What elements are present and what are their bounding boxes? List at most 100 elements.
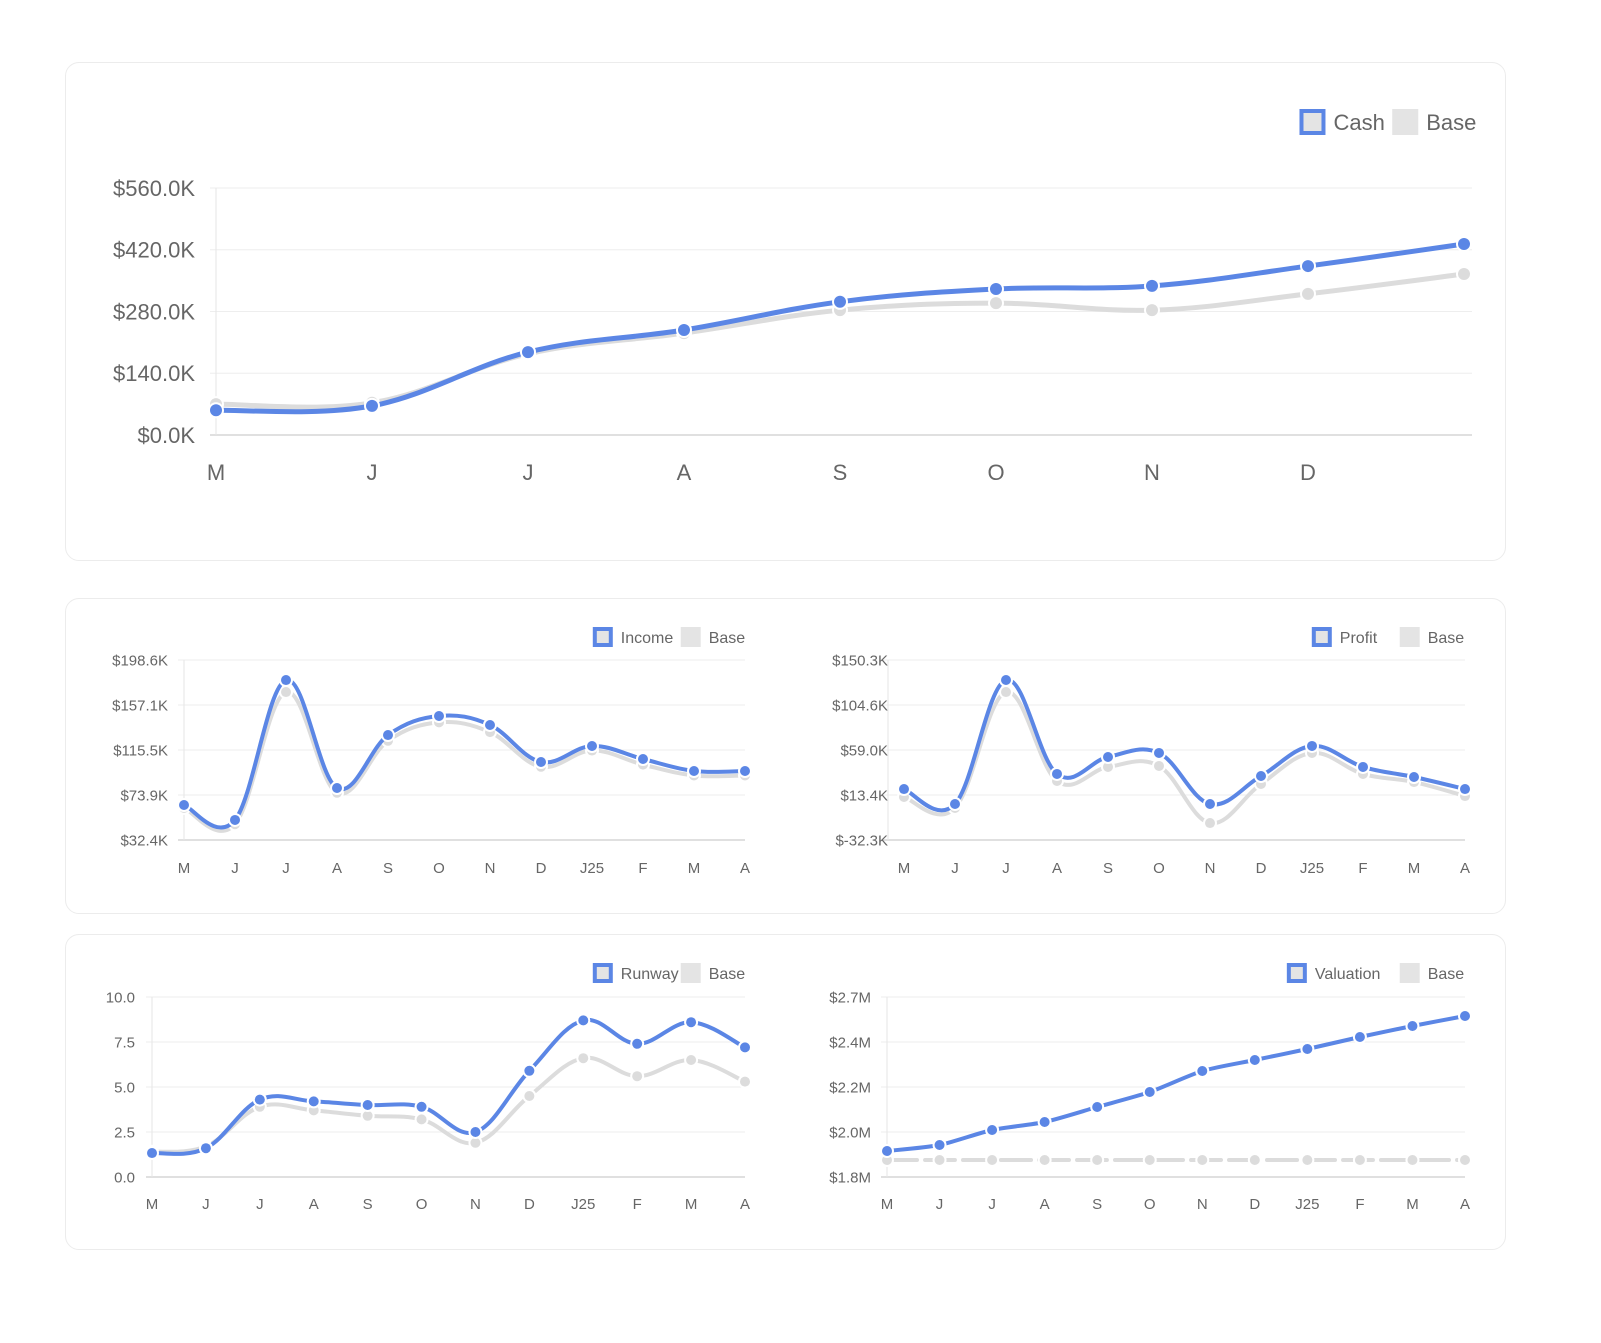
data-point[interactable] — [1001, 675, 1011, 686]
data-point[interactable] — [1354, 1032, 1365, 1042]
y-tick-label: $420.0K — [113, 238, 195, 263]
data-point[interactable] — [230, 814, 240, 825]
y-tick-label: $104.6K — [832, 697, 888, 714]
data-point[interactable] — [179, 800, 189, 811]
data-point[interactable] — [1460, 1011, 1470, 1021]
data-point[interactable] — [1092, 1102, 1103, 1112]
data-point[interactable] — [638, 753, 648, 764]
data-point[interactable] — [899, 784, 909, 795]
legend-item-base[interactable]: Base — [680, 963, 746, 983]
data-point[interactable] — [1302, 1155, 1313, 1165]
data-point[interactable] — [210, 404, 222, 417]
data-point[interactable] — [1144, 1087, 1155, 1097]
data-point[interactable] — [987, 1155, 998, 1165]
data-point[interactable] — [686, 1055, 697, 1065]
data-point[interactable] — [281, 687, 291, 698]
data-point[interactable] — [362, 1110, 373, 1121]
data-point[interactable] — [740, 1042, 750, 1053]
data-point[interactable] — [1039, 1155, 1050, 1165]
data-point[interactable] — [1144, 1155, 1155, 1165]
data-point[interactable] — [990, 283, 1002, 296]
data-point[interactable] — [578, 1053, 589, 1064]
data-point[interactable] — [147, 1148, 157, 1159]
legend-item-valuation[interactable]: Valuation — [1286, 963, 1381, 983]
data-point[interactable] — [632, 1038, 643, 1049]
legend-item-base[interactable]: Base — [680, 627, 746, 647]
data-point[interactable] — [308, 1096, 319, 1107]
data-point[interactable] — [1307, 740, 1317, 751]
data-point[interactable] — [281, 675, 291, 686]
data-point[interactable] — [254, 1094, 265, 1105]
data-point[interactable] — [1092, 1155, 1103, 1165]
data-point[interactable] — [740, 766, 750, 777]
data-point[interactable] — [485, 719, 495, 730]
data-point[interactable] — [987, 1125, 998, 1135]
data-point[interactable] — [1039, 1117, 1050, 1127]
legend-item-income[interactable]: Income — [592, 627, 674, 647]
x-tick-label: F — [638, 860, 647, 877]
data-point[interactable] — [1302, 260, 1314, 273]
data-point[interactable] — [1154, 760, 1164, 771]
data-point[interactable] — [1146, 304, 1158, 317]
data-point[interactable] — [1197, 1155, 1208, 1165]
data-point[interactable] — [1354, 1155, 1365, 1165]
legend-item-base[interactable]: Base — [1392, 109, 1476, 135]
data-point[interactable] — [1407, 1155, 1418, 1165]
data-point[interactable] — [934, 1155, 945, 1165]
legend-item-cash[interactable]: Cash — [1299, 109, 1385, 135]
data-point[interactable] — [950, 799, 960, 810]
data-point[interactable] — [1249, 1155, 1260, 1165]
legend-item-runway[interactable]: Runway — [592, 963, 679, 983]
data-point[interactable] — [524, 1065, 535, 1076]
data-point[interactable] — [1052, 768, 1062, 779]
data-point[interactable] — [362, 1100, 373, 1110]
data-point[interactable] — [1302, 287, 1314, 300]
data-point[interactable] — [416, 1114, 427, 1125]
data-point[interactable] — [434, 710, 444, 721]
data-point[interactable] — [1458, 238, 1470, 251]
data-point[interactable] — [1358, 761, 1368, 772]
data-point[interactable] — [1249, 1055, 1260, 1065]
data-point[interactable] — [1407, 1021, 1418, 1031]
data-point[interactable] — [383, 730, 393, 741]
data-point[interactable] — [1205, 799, 1215, 810]
data-point[interactable] — [882, 1146, 892, 1156]
data-point[interactable] — [686, 1017, 697, 1028]
data-point[interactable] — [1146, 279, 1158, 292]
data-point[interactable] — [470, 1137, 481, 1148]
legend-item-base[interactable]: Base — [1399, 963, 1465, 983]
data-point[interactable] — [740, 1076, 750, 1087]
x-tick-label: S — [383, 860, 393, 877]
data-point[interactable] — [632, 1071, 643, 1082]
legend-swatch — [680, 963, 701, 983]
data-point[interactable] — [1154, 747, 1164, 758]
data-point[interactable] — [536, 757, 546, 768]
data-point[interactable] — [1460, 784, 1470, 795]
data-point[interactable] — [332, 783, 342, 794]
data-point[interactable] — [1001, 687, 1011, 698]
data-point[interactable] — [1302, 1044, 1313, 1054]
data-point[interactable] — [678, 324, 690, 337]
data-point[interactable] — [524, 1091, 535, 1101]
data-point[interactable] — [200, 1143, 211, 1154]
data-point[interactable] — [834, 295, 846, 308]
data-point[interactable] — [1256, 771, 1266, 782]
data-point[interactable] — [990, 297, 1002, 310]
data-point[interactable] — [689, 766, 699, 777]
data-point[interactable] — [416, 1101, 427, 1112]
data-point[interactable] — [1460, 1155, 1470, 1165]
data-point[interactable] — [1458, 268, 1470, 281]
data-point[interactable] — [587, 740, 597, 751]
data-point[interactable] — [470, 1127, 481, 1137]
data-point[interactable] — [1205, 818, 1215, 829]
legend-item-base[interactable]: Base — [1399, 627, 1465, 647]
data-point[interactable] — [934, 1140, 945, 1150]
y-tick-label: $140.0K — [113, 361, 195, 386]
data-point[interactable] — [522, 346, 534, 359]
legend-item-profit[interactable]: Profit — [1311, 627, 1378, 647]
data-point[interactable] — [1197, 1066, 1208, 1076]
data-point[interactable] — [1103, 751, 1113, 762]
data-point[interactable] — [1409, 772, 1419, 783]
data-point[interactable] — [578, 1015, 589, 1026]
data-point[interactable] — [366, 399, 378, 412]
